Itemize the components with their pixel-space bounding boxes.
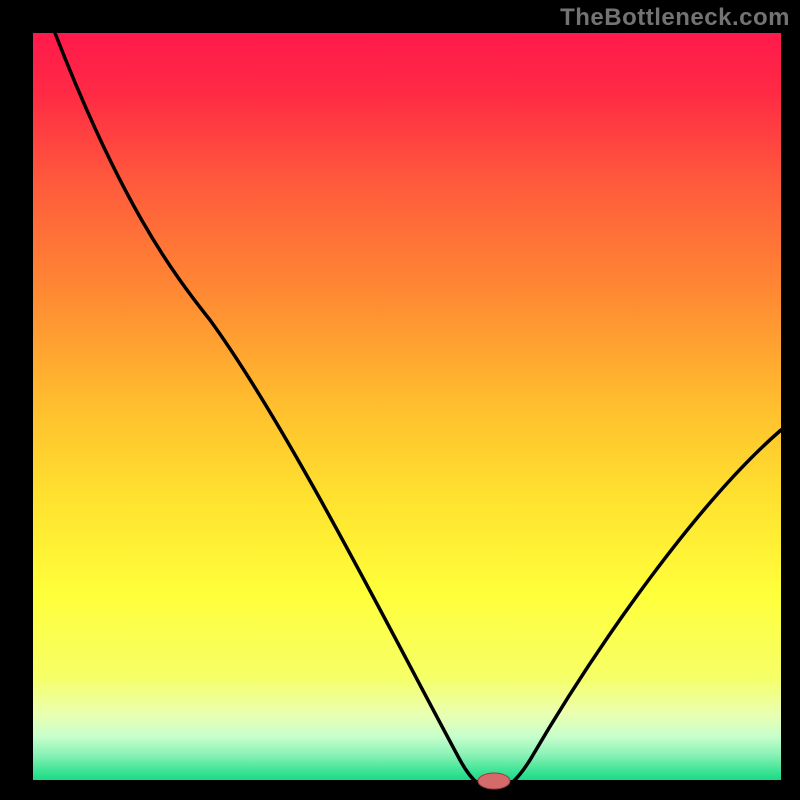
plot-area: [33, 33, 781, 781]
watermark-text: TheBottleneck.com: [560, 4, 790, 32]
chart-stage: TheBottleneck.com: [0, 0, 800, 800]
bottleneck-chart: [0, 0, 800, 800]
optimal-marker: [478, 773, 510, 789]
